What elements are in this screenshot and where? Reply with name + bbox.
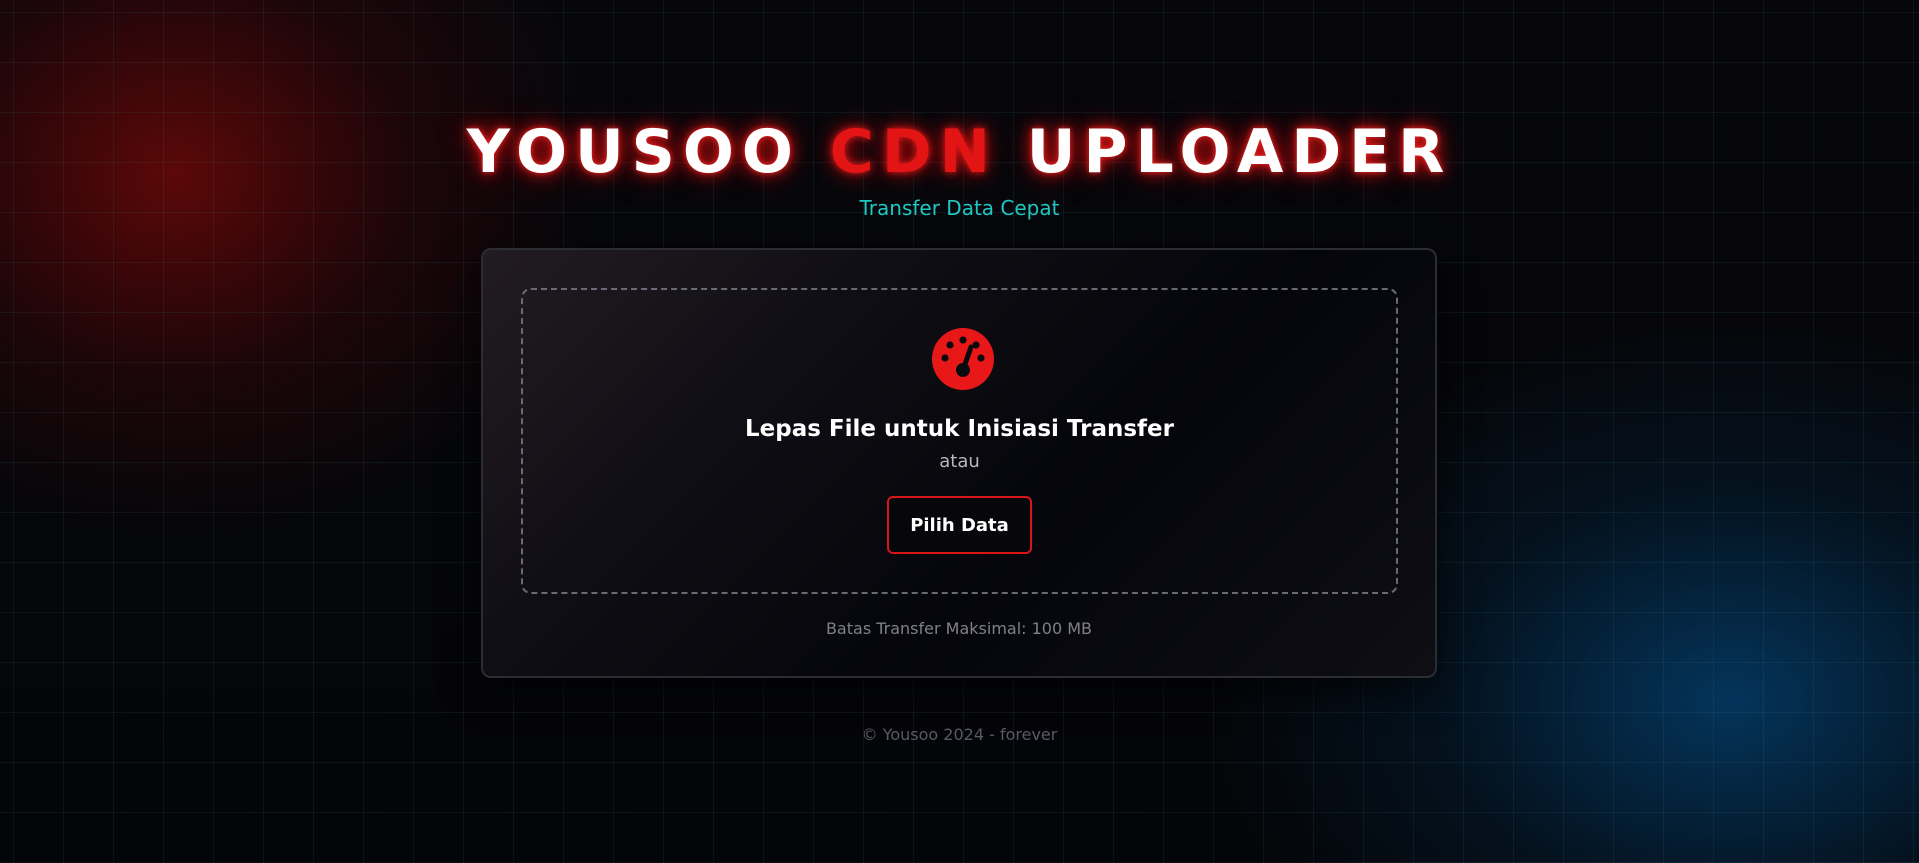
- footer-copyright: © Yousoo 2024 - forever: [861, 725, 1058, 744]
- drop-instruction: Lepas File untuk Inisiasi Transfer: [745, 416, 1174, 442]
- page: YOUSOO CDN UPLOADER Transfer Data Cepat …: [0, 0, 1919, 863]
- choose-file-button[interactable]: Pilih Data: [887, 496, 1032, 554]
- page-title: YOUSOO CDN UPLOADER: [0, 116, 1919, 188]
- title-part-2: UPLOADER: [997, 117, 1453, 187]
- page-subtitle: Transfer Data Cepat: [859, 196, 1060, 220]
- file-dropzone[interactable]: Lepas File untuk Inisiasi Transfer atau …: [521, 288, 1398, 594]
- or-separator: atau: [939, 451, 980, 472]
- upload-card: Lepas File untuk Inisiasi Transfer atau …: [481, 248, 1437, 678]
- title-part-1: YOUSOO: [466, 117, 830, 187]
- title-accent: CDN: [829, 117, 998, 187]
- gauge-icon: [932, 328, 994, 390]
- upload-limit-note: Batas Transfer Maksimal: 100 MB: [825, 619, 1093, 638]
